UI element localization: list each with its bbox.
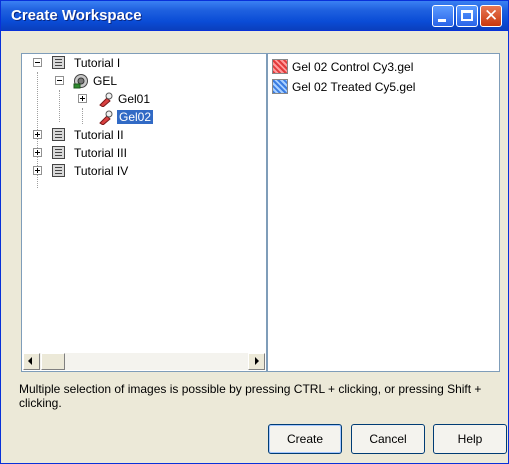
arrow-right-icon: [255, 357, 259, 365]
tree-item-label: Gel01: [118, 92, 151, 106]
expand-icon[interactable]: [33, 148, 42, 157]
help-button[interactable]: Help: [433, 424, 507, 454]
horizontal-scrollbar[interactable]: [23, 353, 265, 370]
book-icon: [52, 56, 65, 69]
scroll-thumb[interactable]: [41, 353, 65, 370]
expand-icon[interactable]: [33, 130, 42, 139]
tree-item-gel[interactable]: GEL: [22, 72, 262, 90]
scroll-left-button[interactable]: [23, 353, 40, 370]
selection-hint: Multiple selection of images is possible…: [19, 382, 482, 410]
tree-item-tutorial-1[interactable]: Tutorial I: [22, 54, 262, 72]
tree-item-label: Tutorial IV: [74, 164, 129, 178]
cancel-button[interactable]: Cancel: [351, 424, 425, 454]
tree-item-tutorial-4[interactable]: Tutorial IV: [22, 162, 262, 180]
gel-icon: [99, 92, 113, 107]
maximize-icon: [461, 10, 473, 21]
maximize-button[interactable]: [456, 5, 478, 27]
tree-item-label: Tutorial I: [74, 56, 121, 70]
create-button[interactable]: Create: [268, 424, 342, 454]
minimize-button[interactable]: [432, 5, 454, 27]
minimize-icon: [438, 19, 446, 22]
tree-item-label: Gel02: [117, 110, 154, 124]
collapse-icon[interactable]: [55, 76, 64, 85]
workspace-tree[interactable]: Tutorial I GEL Gel01 Gel02 Tutorial II T…: [21, 53, 267, 372]
arrow-left-icon: [28, 357, 32, 365]
tree-item-label: Tutorial III: [74, 146, 127, 160]
red-gel-image-icon: [272, 59, 288, 74]
collapse-icon[interactable]: [33, 58, 42, 67]
dialog-title: Create Workspace: [11, 7, 142, 24]
file-label: Gel 02 Treated Cy5.gel: [292, 80, 416, 94]
expand-icon[interactable]: [33, 166, 42, 175]
list-item[interactable]: Gel 02 Treated Cy5.gel: [272, 78, 492, 96]
close-button[interactable]: ✕: [480, 5, 502, 27]
list-item[interactable]: Gel 02 Control Cy3.gel: [272, 58, 492, 76]
book-icon: [52, 128, 65, 141]
close-icon: ✕: [484, 6, 499, 26]
image-list[interactable]: Gel 02 Control Cy3.gel Gel 02 Treated Cy…: [267, 53, 500, 372]
create-workspace-dialog: Create Workspace ✕ Tutorial I GEL Gel01 …: [0, 0, 509, 464]
tree-item-tutorial-2[interactable]: Tutorial II: [22, 126, 262, 144]
blue-gel-image-icon: [272, 79, 288, 94]
tree-item-gel02[interactable]: Gel02: [22, 108, 262, 126]
gel-folder-icon: [73, 74, 88, 89]
tree-item-gel01[interactable]: Gel01: [22, 90, 262, 108]
book-icon: [52, 146, 65, 159]
tree-item-label: GEL: [93, 74, 118, 88]
book-icon: [52, 164, 65, 177]
title-bar[interactable]: Create Workspace ✕: [1, 1, 508, 31]
gel-icon: [99, 110, 113, 125]
expand-icon[interactable]: [78, 94, 87, 103]
tree-item-label: Tutorial II: [74, 128, 124, 142]
tree-item-tutorial-3[interactable]: Tutorial III: [22, 144, 262, 162]
scroll-right-button[interactable]: [248, 353, 265, 370]
file-label: Gel 02 Control Cy3.gel: [292, 60, 414, 74]
